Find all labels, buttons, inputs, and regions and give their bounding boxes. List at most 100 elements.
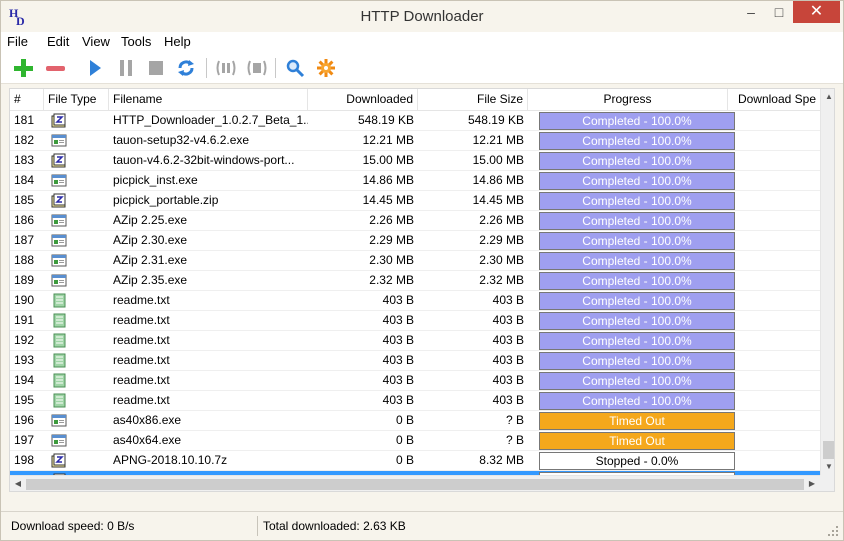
menu-tools[interactable]: Tools	[121, 34, 151, 49]
table-row[interactable]: 196 as40x86.exe 0 B ? B Timed Out	[10, 411, 820, 431]
file-size-cell: 2.26 MB	[479, 213, 524, 227]
exe-file-icon	[51, 433, 67, 448]
scroll-right-arrow-icon[interactable]: ▶	[804, 476, 820, 491]
table-row[interactable]: 192 readme.txt 403 B 403 B Completed - 100.0…	[10, 331, 820, 351]
row-number: 190	[14, 293, 35, 307]
menu-view[interactable]: View	[82, 34, 110, 49]
horizontal-scroll-thumb[interactable]	[26, 479, 804, 490]
file-size-cell: 15.00 MB	[472, 153, 524, 167]
table-row[interactable]: 193 readme.txt 403 B 403 B Completed - 100.0…	[10, 351, 820, 371]
column-header-file-type[interactable]: File Type	[44, 89, 109, 111]
file-size-cell: 14.45 MB	[472, 193, 524, 207]
progress-bar: Completed - 100.0%	[539, 372, 735, 390]
vertical-scroll-thumb[interactable]	[823, 441, 834, 459]
download-speed-cell	[736, 151, 820, 171]
downloaded-cell: 403 B	[382, 353, 414, 367]
column-header-downloaded[interactable]: Downloaded	[308, 89, 418, 111]
download-speed-cell	[736, 271, 820, 291]
column-header-progress[interactable]: Progress	[528, 89, 728, 111]
horizontal-scrollbar[interactable]: ◀ ▶	[10, 475, 820, 491]
table-row[interactable]: 184 picpick_inst.exe 14.86 MB 14.86 MB Compl…	[10, 171, 820, 191]
row-number: 181	[14, 113, 35, 127]
download-speed-cell	[736, 111, 820, 131]
downloaded-cell: 0 B	[395, 413, 414, 427]
txt-file-icon	[51, 313, 67, 328]
file-size-cell: 403 B	[492, 293, 524, 307]
maximize-button[interactable]: □	[765, 1, 793, 23]
table-row[interactable]: 191 readme.txt 403 B 403 B Completed - 100.0…	[10, 311, 820, 331]
table-row[interactable]: 189 AZip 2.35.exe 2.32 MB 2.32 MB Completed …	[10, 271, 820, 291]
title-bar[interactable]: H D HTTP Downloader – □ ✕	[1, 1, 843, 32]
table-row[interactable]: 185 picpick_portable.zip 14.45 MB 14.45 MB C…	[10, 191, 820, 211]
filename-cell: readme.txt	[113, 293, 170, 307]
pause-button[interactable]	[114, 56, 138, 80]
status-separator	[257, 516, 258, 536]
vertical-scrollbar[interactable]: ▲ ▼	[820, 89, 834, 475]
minimize-button[interactable]: –	[737, 1, 765, 23]
close-button[interactable]: ✕	[793, 1, 840, 23]
remove-download-button[interactable]	[43, 56, 67, 80]
progress-bar: Completed - 100.0%	[539, 272, 735, 290]
table-row[interactable]: 194 readme.txt 403 B 403 B Completed - 100.0…	[10, 371, 820, 391]
table-row[interactable]: 195 readme.txt 403 B 403 B Completed - 100.0…	[10, 391, 820, 411]
table-row[interactable]: 186 AZip 2.25.exe 2.26 MB 2.26 MB Completed …	[10, 211, 820, 231]
progress-bar: Timed Out	[539, 412, 735, 430]
table-row[interactable]: 181 HTTP_Downloader_1.0.2.7_Beta_1.... 548…	[10, 111, 820, 131]
progress-bar: Completed - 100.0%	[539, 252, 735, 270]
table-row[interactable]: 182 tauon-setup32-v4.6.2.exe 12.21 MB 12.21…	[10, 131, 820, 151]
scroll-up-arrow-icon[interactable]: ▲	[821, 89, 834, 105]
menu-edit[interactable]: Edit	[47, 34, 69, 49]
start-button[interactable]	[83, 56, 107, 80]
restart-button[interactable]	[174, 56, 198, 80]
toolbar-separator	[275, 58, 276, 78]
downloads-table[interactable]: # File Type Filename Downloaded File Siz…	[9, 88, 835, 492]
zip-file-icon	[51, 113, 67, 128]
table-row[interactable]: 197 as40x64.exe 0 B ? B Timed Out	[10, 431, 820, 451]
txt-file-icon	[51, 373, 67, 388]
downloaded-cell: 2.26 MB	[369, 213, 414, 227]
resize-grip-icon[interactable]	[827, 525, 839, 537]
menu-file[interactable]: File	[7, 34, 28, 49]
downloaded-cell: 2.30 MB	[369, 253, 414, 267]
table-row[interactable]: 187 AZip 2.30.exe 2.29 MB 2.29 MB Completed …	[10, 231, 820, 251]
column-header-file-size[interactable]: File Size	[418, 89, 528, 111]
progress-bar: Completed - 100.0%	[539, 112, 735, 130]
column-header-download-speed[interactable]: Download Spe	[728, 89, 820, 111]
stop-all-button[interactable]	[245, 56, 269, 80]
main-window: H D HTTP Downloader – □ ✕ File Edit View…	[0, 0, 844, 541]
column-header-number[interactable]: #	[10, 89, 44, 111]
pause-active-icon	[216, 60, 236, 76]
add-download-button[interactable]	[11, 56, 35, 80]
download-speed-cell	[736, 331, 820, 351]
scroll-left-arrow-icon[interactable]: ◀	[10, 476, 26, 491]
table-row[interactable]: 190 readme.txt 403 B 403 B Completed - 100.0…	[10, 291, 820, 311]
table-row[interactable]: 183 tauon-v4.6.2-32bit-windows-port... 15.…	[10, 151, 820, 171]
download-speed-cell	[736, 351, 820, 371]
download-speed-cell	[736, 131, 820, 151]
stop-button[interactable]	[144, 56, 168, 80]
row-number: 192	[14, 333, 35, 347]
table-row[interactable]: 198 APNG-2018.10.10.7z 0 B 8.32 MB Stopped -…	[10, 451, 820, 471]
filename-cell: as40x86.exe	[113, 413, 182, 427]
row-number: 196	[14, 413, 35, 427]
scroll-down-arrow-icon[interactable]: ▼	[821, 459, 834, 475]
zip-file-icon	[51, 453, 67, 468]
progress-bar: Completed - 100.0%	[539, 392, 735, 410]
pause-icon	[120, 60, 132, 76]
row-number: 191	[14, 313, 35, 327]
row-number: 184	[14, 173, 35, 187]
menu-help[interactable]: Help	[164, 34, 191, 49]
options-button[interactable]	[314, 56, 338, 80]
file-size-cell: 2.30 MB	[479, 253, 524, 267]
search-button[interactable]	[283, 56, 307, 80]
start-icon	[90, 60, 101, 76]
row-number: 188	[14, 253, 35, 267]
progress-bar: Completed - 100.0%	[539, 172, 735, 190]
txt-file-icon	[51, 333, 67, 348]
downloaded-cell: 15.00 MB	[362, 153, 414, 167]
column-header-filename[interactable]: Filename	[109, 89, 308, 111]
table-row[interactable]: 188 AZip 2.31.exe 2.30 MB 2.30 MB Completed …	[10, 251, 820, 271]
filename-cell: tauon-setup32-v4.6.2.exe	[113, 133, 250, 147]
pause-active-button[interactable]	[214, 56, 238, 80]
file-size-cell: 2.32 MB	[479, 273, 524, 287]
